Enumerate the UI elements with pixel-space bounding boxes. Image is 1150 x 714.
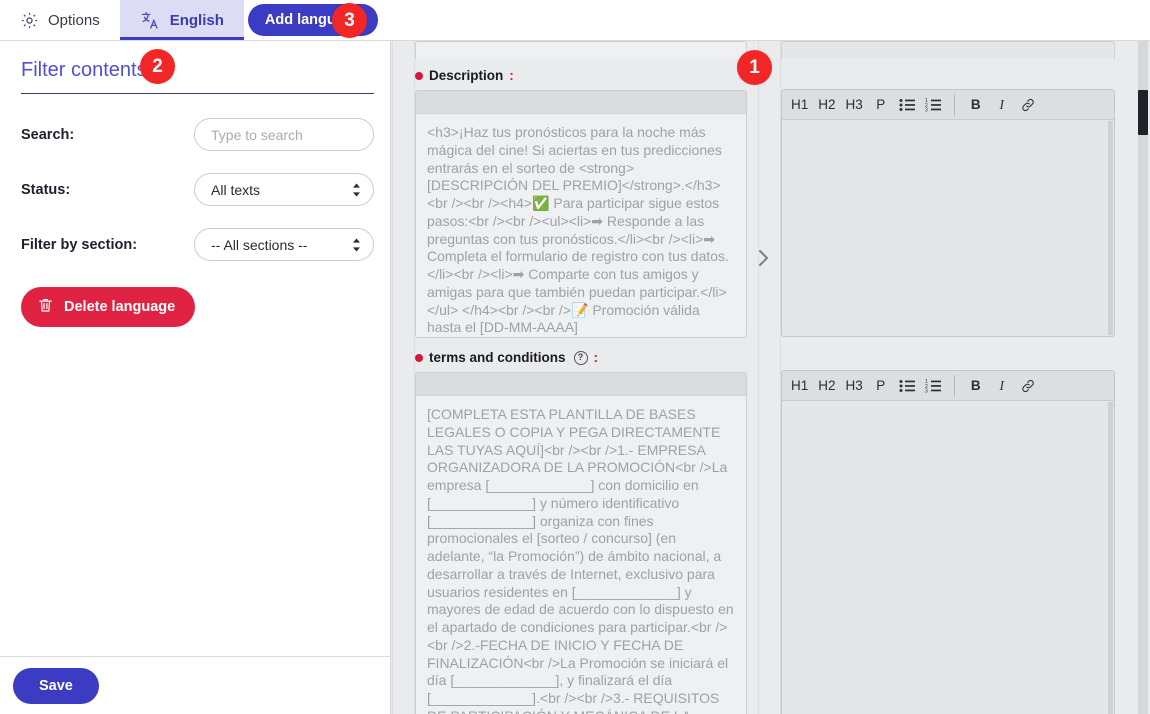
description-editor-scrollbar[interactable] — [1108, 121, 1113, 335]
terms-source-box: [COMPLETA ESTA PLANTILLA DE BASES LEGALE… — [415, 372, 747, 714]
heading-2-button[interactable]: H2 — [815, 375, 838, 397]
bold-button[interactable]: B — [965, 375, 987, 397]
section-label: Filter by section: — [21, 236, 138, 253]
description-source-box: <h3>¡Haz tus pronósticos para la noche m… — [415, 90, 747, 338]
section-control: -- All sections -- — [194, 228, 374, 261]
heading-1-button[interactable]: H1 — [788, 375, 811, 397]
description-source-header — [416, 91, 746, 114]
save-button[interactable]: Save — [13, 667, 99, 704]
terms-editor-scrollbar[interactable] — [1108, 402, 1113, 714]
description-field-label: Description : — [415, 68, 747, 83]
terms-source-header — [416, 373, 746, 396]
tab-english-label: English — [169, 11, 224, 29]
description-editor[interactable]: H1 H2 H3 P 1 2 3 B I — [781, 89, 1115, 337]
page-scrollbar-thumb[interactable] — [1138, 90, 1148, 135]
status-select-value: All texts — [211, 181, 261, 198]
status-label: Status: — [21, 181, 71, 198]
description-editor-area[interactable] — [782, 120, 1114, 336]
bold-button[interactable]: B — [965, 94, 987, 116]
gear-icon — [20, 11, 39, 30]
bullet-list-icon[interactable] — [896, 375, 918, 397]
stepper-arrows-icon — [352, 238, 361, 252]
svg-text:3: 3 — [925, 388, 928, 392]
terms-editor[interactable]: H1 H2 H3 P 1 2 3 B I — [781, 370, 1115, 714]
toolbar-divider — [953, 93, 955, 116]
page-scrollbar-track[interactable] — [1138, 41, 1148, 714]
translate-icon — [140, 10, 161, 31]
tab-options-label: Options — [48, 11, 100, 29]
previous-field-stub — [415, 41, 747, 59]
bullet-list-icon[interactable] — [896, 94, 918, 116]
filter-sidebar: Filter contents Search: Status: All text… — [0, 41, 391, 714]
annotation-badge-2: 2 — [140, 49, 175, 84]
gutter-divider-left — [392, 41, 393, 714]
terms-editor-area[interactable] — [782, 401, 1114, 714]
numbered-list-icon[interactable]: 1 2 3 — [922, 94, 944, 116]
numbered-list-icon[interactable]: 1 2 3 — [922, 375, 944, 397]
terms-source-text: [COMPLETA ESTA PLANTILLA DE BASES LEGALE… — [427, 406, 734, 714]
label-spacer — [781, 349, 1115, 370]
top-tab-bar: Options English Add language — [0, 0, 1150, 41]
filter-sidebar-body: Filter contents Search: Status: All text… — [0, 41, 390, 656]
sidebar-footer: Save — [0, 656, 390, 714]
status-control: All texts — [194, 173, 374, 206]
italic-button[interactable]: I — [991, 94, 1013, 116]
svg-text:3: 3 — [925, 107, 928, 111]
stepper-arrows-icon — [352, 183, 361, 197]
trash-icon — [37, 296, 54, 318]
delete-language-label: Delete language — [64, 299, 176, 315]
question-circle-icon[interactable]: ? — [573, 350, 588, 365]
description-label-colon: : — [509, 68, 514, 83]
search-row: Search: — [18, 118, 374, 151]
paragraph-button[interactable]: P — [870, 375, 892, 397]
search-control — [194, 118, 374, 151]
gutter-divider-mid — [758, 41, 759, 714]
app-root: Options English Add language 3 Filter co… — [0, 0, 1150, 714]
status-select[interactable]: All texts — [194, 173, 374, 206]
link-icon[interactable] — [1017, 94, 1039, 116]
section-row: Filter by section: -- All sections -- — [18, 228, 374, 261]
heading-2-button[interactable]: H2 — [815, 94, 838, 116]
delete-language-button[interactable]: Delete language — [21, 287, 196, 327]
previous-editor-stub — [781, 41, 1115, 59]
terms-field-label: terms and conditions ? : — [415, 350, 747, 365]
link-icon[interactable] — [1017, 375, 1039, 397]
terms-editor-toolbar: H1 H2 H3 P 1 2 3 B I — [782, 371, 1114, 401]
editor-group-gap — [781, 337, 1115, 349]
toolbar-divider — [953, 374, 955, 397]
section-select[interactable]: -- All sections -- — [194, 228, 374, 261]
required-dot-icon — [415, 353, 423, 362]
target-column: H1 H2 H3 P 1 2 3 B I H1 H2 H3 P 1 2 3 B … — [781, 41, 1115, 714]
terms-label-text: terms and conditions — [429, 350, 566, 365]
italic-button[interactable]: I — [991, 375, 1013, 397]
required-dot-icon — [415, 71, 423, 80]
section-select-value: -- All sections -- — [211, 236, 308, 253]
search-input[interactable] — [194, 118, 374, 151]
field-group-gap — [415, 338, 747, 350]
heading-3-button[interactable]: H3 — [843, 94, 866, 116]
annotation-badge-1: 1 — [737, 50, 772, 85]
heading-3-button[interactable]: H3 — [843, 375, 866, 397]
status-row: Status: All texts — [18, 173, 374, 206]
description-label-text: Description — [429, 68, 504, 83]
heading-1-button[interactable]: H1 — [788, 94, 811, 116]
terms-label-colon: : — [593, 350, 599, 365]
description-source-text: <h3>¡Haz tus pronósticos para la noche m… — [427, 124, 729, 336]
translation-content-area: Description : <h3>¡Haz tus pronósticos p… — [392, 41, 1150, 714]
annotation-badge-3: 3 — [332, 3, 367, 38]
tab-english[interactable]: English — [119, 0, 245, 40]
search-label: Search: — [21, 126, 75, 143]
filter-contents-title: Filter contents — [21, 59, 374, 94]
label-spacer — [781, 68, 1115, 89]
tab-options[interactable]: Options — [0, 0, 120, 40]
chevron-right-icon[interactable] — [752, 245, 774, 271]
source-column: Description : <h3>¡Haz tus pronósticos p… — [415, 41, 747, 714]
description-editor-toolbar: H1 H2 H3 P 1 2 3 B I — [782, 90, 1114, 120]
paragraph-button[interactable]: P — [870, 94, 892, 116]
